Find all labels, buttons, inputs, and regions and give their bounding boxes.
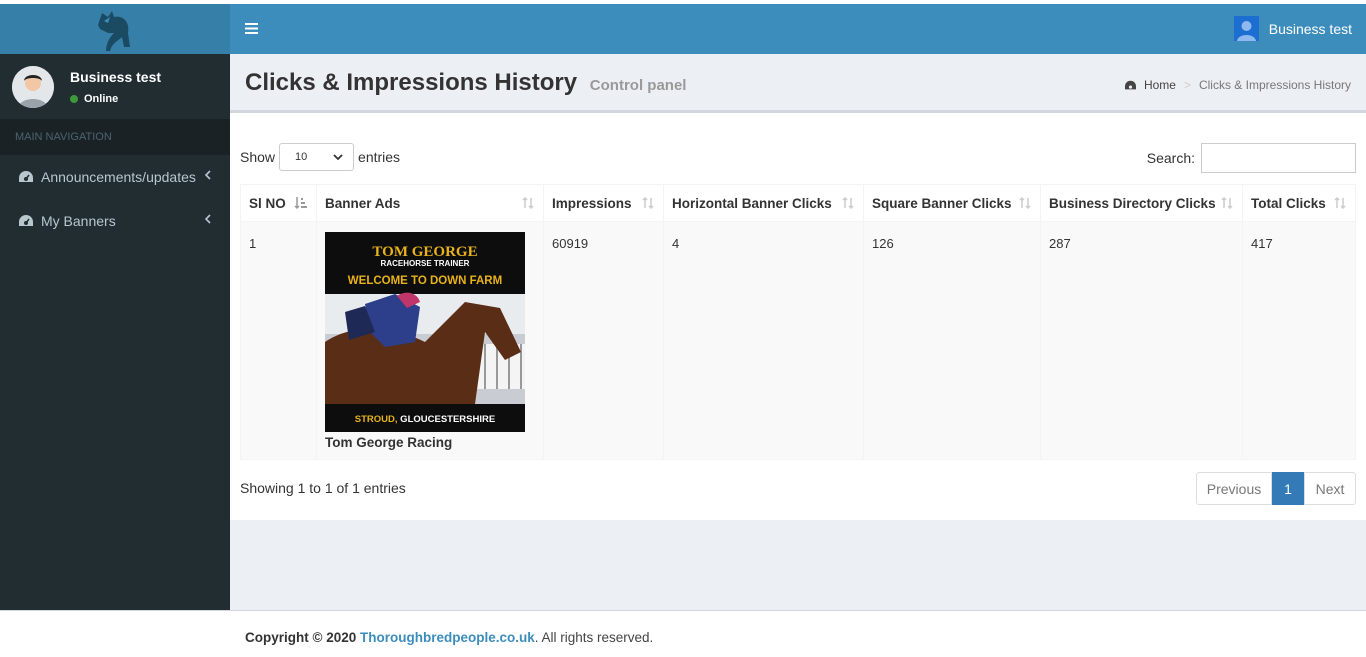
nav-header: MAIN NAVIGATION <box>0 119 230 155</box>
column-header-sl-no[interactable]: Sl NO <box>240 184 317 222</box>
cell-horizontal-clicks: 4 <box>663 221 864 460</box>
user-name: Business test <box>70 68 162 85</box>
table-info: Showing 1 to 1 of 1 entries <box>240 480 406 496</box>
page-subtitle: Control panel <box>589 77 687 94</box>
footer-link[interactable]: Thoroughbredpeople.co.uk <box>360 630 535 645</box>
banner-image[interactable]: TOM GEORGE RACEHORSE TRAINER WELCOME TO … <box>325 232 525 432</box>
table-row: 1 TOM GEORGE RACEHORSE TRAINER WELCOME T… <box>240 221 1356 460</box>
sidebar: Business test Online MAIN NAVIGATION Ann… <box>0 4 230 610</box>
column-header-impressions[interactable]: Impressions <box>543 184 664 222</box>
footer-suffix: . All rights reserved. <box>534 630 654 645</box>
cell-banner: TOM GEORGE RACEHORSE TRAINER WELCOME TO … <box>316 221 544 460</box>
logo[interactable] <box>0 4 230 54</box>
breadcrumb-home[interactable]: Home <box>1144 78 1176 92</box>
sort-both-icon <box>1334 196 1346 210</box>
sort-both-icon <box>642 196 654 210</box>
chevron-left-icon <box>204 170 211 180</box>
horse-logo-icon <box>98 11 130 51</box>
sidebar-item-label: My Banners <box>41 213 116 229</box>
column-header-square-banner-clicks[interactable]: Square Banner Clicks <box>863 184 1041 222</box>
breadcrumb-current: Clicks & Impressions History <box>1198 78 1351 92</box>
entries-select-value: 10 <box>295 151 308 163</box>
page-title: Clicks & Impressions History Control pan… <box>245 69 686 97</box>
banner-image-location-county: GLOUCESTERSHIRE <box>398 414 496 425</box>
user-status: Online <box>70 93 161 105</box>
breadcrumb-separator: > <box>1183 78 1191 92</box>
banner-artwork: TOM GEORGE RACEHORSE TRAINER WELCOME TO … <box>325 232 525 432</box>
column-header-business-directory-clicks[interactable]: Business Directory Clicks <box>1040 184 1243 222</box>
user-status-label: Online <box>84 92 119 105</box>
cell-total-clicks: 417 <box>1242 221 1356 460</box>
dashboard-icon <box>19 171 33 182</box>
banner-image-title: TOM GEORGE <box>372 244 477 260</box>
pagination: Previous 1 Next <box>1196 472 1356 505</box>
sidebar-item-my-banners[interactable]: My Banners <box>0 199 230 243</box>
sort-asc-icon <box>294 197 307 210</box>
search-control: Search: <box>1147 143 1356 173</box>
page-1-button[interactable]: 1 <box>1272 472 1304 505</box>
show-label: Show <box>240 149 276 165</box>
column-header-horizontal-banner-clicks[interactable]: Horizontal Banner Clicks <box>663 184 864 222</box>
sort-both-icon <box>1221 196 1233 210</box>
entries-select[interactable]: 10 <box>279 143 355 171</box>
cell-square-clicks: 126 <box>863 221 1041 460</box>
footer-copyright: Copyright © 2020 Thoroughbredpeople.co.u… <box>245 630 653 645</box>
search-label: Search: <box>1146 150 1195 166</box>
footer: Copyright © 2020 Thoroughbredpeople.co.u… <box>0 610 1366 657</box>
column-header-banner-ads[interactable]: Banner Ads <box>316 184 544 222</box>
banner-image-location: STROUD, GLOUCESTERSHIRE <box>355 414 495 425</box>
column-header-total-clicks[interactable]: Total Clicks <box>1242 184 1356 222</box>
user-panel: Business test Online <box>0 54 230 119</box>
cell-impressions: 60919 <box>543 221 664 460</box>
table-header-row: Sl NO Banner Ads Impressions Horizontal … <box>240 184 1356 222</box>
online-dot-icon <box>70 94 78 103</box>
hamburger-menu-icon[interactable] <box>245 23 259 35</box>
content-wrapper: Clicks & Impressions History Control pan… <box>230 54 1366 610</box>
content-header: Clicks & Impressions History Control pan… <box>230 54 1366 110</box>
header-user-menu[interactable]: Business test <box>1233 16 1352 41</box>
history-table: Sl NO Banner Ads Impressions Horizontal … <box>240 184 1356 460</box>
page-title-text: Clicks & Impressions History <box>245 69 578 96</box>
sidebar-item-label: Announcements/updates <box>41 169 196 185</box>
footer-prefix: Copyright © 2020 <box>245 630 360 645</box>
search-input[interactable] <box>1201 143 1356 173</box>
sidebar-item-announcements[interactable]: Announcements/updates <box>0 155 230 199</box>
length-control: Show 10 entries <box>240 143 400 171</box>
previous-button[interactable]: Previous <box>1196 472 1272 505</box>
banner-name: Tom George Racing <box>325 435 453 450</box>
sort-both-icon <box>522 196 534 210</box>
next-button[interactable]: Next <box>1304 472 1356 505</box>
breadcrumb: Home > Clicks & Impressions History <box>1124 78 1351 92</box>
user-avatar <box>12 65 54 108</box>
dashboard-icon <box>19 215 33 226</box>
banner-image-location-city: STROUD, <box>355 414 398 425</box>
cell-directory-clicks: 287 <box>1040 221 1243 460</box>
top-header: Business test <box>230 4 1366 54</box>
sort-both-icon <box>842 196 854 210</box>
banner-image-tagline: WELCOME TO DOWN FARM <box>348 275 502 287</box>
banner-image-subtitle: RACEHORSE TRAINER <box>381 259 470 268</box>
sort-both-icon <box>1019 196 1031 210</box>
chevron-down-icon <box>333 153 343 160</box>
dashboard-icon <box>1124 80 1136 89</box>
chevron-left-icon <box>204 214 211 224</box>
entries-label: entries <box>358 149 401 165</box>
header-user-name: Business test <box>1268 20 1352 37</box>
history-box: Show 10 entries Search: Sl NO Banner Ads… <box>230 110 1366 520</box>
header-avatar <box>1233 16 1259 41</box>
cell-sl-no: 1 <box>240 221 317 460</box>
